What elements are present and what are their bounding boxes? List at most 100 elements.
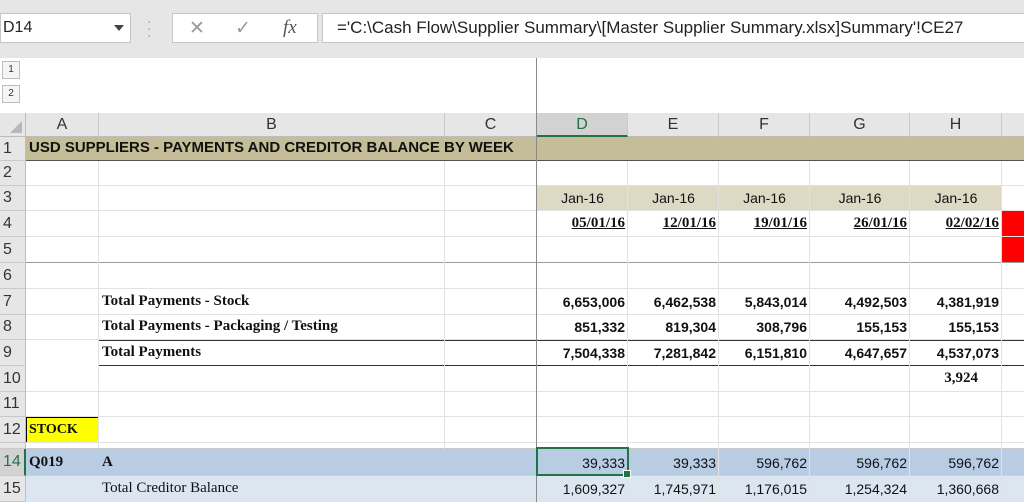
gridline (98, 161, 99, 449)
name-box-value: D14 (3, 19, 33, 36)
column-header-f[interactable]: F (719, 113, 810, 137)
row-header-12[interactable]: 12 (0, 417, 26, 443)
row-header-6[interactable]: 6 (0, 263, 26, 289)
payments-stock-d[interactable]: 6,653,006 (537, 294, 625, 310)
row-header-7[interactable]: 7 (0, 289, 26, 315)
drag-handle-icon[interactable]: · · · (147, 14, 153, 42)
gridline (1001, 161, 1002, 502)
payments-packaging-g[interactable]: 155,153 (810, 319, 907, 335)
column-header-a[interactable]: A (26, 113, 99, 137)
gridline (26, 210, 1024, 211)
row-header-2[interactable]: 2 (0, 161, 26, 186)
gridline (26, 314, 1024, 315)
column-header-c[interactable]: C (445, 113, 537, 137)
supplier-d[interactable]: 39,333 (537, 455, 625, 471)
insert-function-icon[interactable]: fx (283, 17, 297, 39)
gridline (26, 236, 1024, 237)
column-header-d[interactable]: D (537, 113, 628, 137)
row-header-8[interactable]: 8 (0, 315, 26, 340)
week-g[interactable]: 26/01/16 (810, 215, 907, 232)
month-e[interactable]: Jan-16 (628, 190, 719, 206)
formula-input[interactable]: ='C:\Cash Flow\Supplier Summary\[Master … (322, 13, 1024, 43)
gridline (26, 448, 1024, 449)
payments-stock-e[interactable]: 6,462,538 (628, 294, 716, 310)
creditor-label[interactable]: Total Creditor Balance (102, 480, 238, 497)
week-f[interactable]: 19/01/16 (719, 215, 807, 232)
cancel-icon[interactable]: ✕ (189, 17, 205, 40)
formula-buttons: ✕ ✓ fx (172, 13, 318, 43)
payments-total-e[interactable]: 7,281,842 (628, 345, 716, 361)
payments-total-d[interactable]: 7,504,338 (537, 345, 625, 361)
gridline (26, 442, 1024, 443)
creditor-e[interactable]: 1,745,971 (628, 481, 716, 497)
gridline (26, 185, 1024, 186)
row10-h-value[interactable]: 3,924 (910, 370, 978, 387)
month-g[interactable]: Jan-16 (810, 190, 910, 206)
stock-label[interactable]: STOCK (29, 422, 78, 438)
creditor-h[interactable]: 1,360,668 (910, 481, 999, 497)
supplier-h[interactable]: 596,762 (910, 455, 999, 471)
row-header-3[interactable]: 3 (0, 186, 26, 211)
supplier-e[interactable]: 39,333 (628, 455, 716, 471)
month-d[interactable]: Jan-16 (537, 190, 628, 206)
column-header-g[interactable]: G (810, 113, 910, 137)
week-h[interactable]: 02/02/16 (910, 215, 999, 232)
column-header-h[interactable]: H (910, 113, 1002, 137)
payments-packaging-h[interactable]: 155,153 (910, 319, 999, 335)
payments-packaging-label[interactable]: Total Payments - Packaging / Testing (102, 318, 338, 335)
outline-level-1-button[interactable]: 1 (2, 61, 20, 79)
row-header-5[interactable]: 5 (0, 237, 26, 263)
supplier-g[interactable]: 596,762 (810, 455, 907, 471)
month-f[interactable]: Jan-16 (719, 190, 810, 206)
column-header-b[interactable]: B (99, 113, 445, 137)
row-header-4[interactable]: 4 (0, 211, 26, 237)
enter-icon[interactable]: ✓ (235, 17, 251, 40)
freeze-pane-divider (536, 58, 537, 502)
row-header-15[interactable]: 15 (0, 476, 26, 502)
column-header-e[interactable]: E (628, 113, 719, 137)
chevron-down-icon[interactable] (114, 25, 124, 31)
sheet-title[interactable]: USD SUPPLIERS - PAYMENTS AND CREDITOR BA… (29, 139, 514, 156)
outline-area: 1 2 (0, 58, 1024, 113)
row-header-1[interactable]: 1 (0, 137, 26, 161)
payments-stock-g[interactable]: 4,492,503 (810, 294, 907, 310)
row-header-9[interactable]: 9 (0, 340, 26, 366)
payments-packaging-f[interactable]: 308,796 (719, 319, 807, 335)
row-header-11[interactable]: 11 (0, 392, 26, 417)
creditor-f[interactable]: 1,176,015 (719, 481, 807, 497)
creditor-g[interactable]: 1,254,324 (810, 481, 907, 497)
week-d[interactable]: 05/01/16 (537, 215, 625, 232)
gridline (26, 391, 1024, 392)
payments-stock-f[interactable]: 5,843,014 (719, 294, 807, 310)
creditor-d[interactable]: 1,609,327 (537, 481, 625, 497)
column-header-i[interactable] (1002, 113, 1024, 137)
supplier-name[interactable]: A (102, 454, 113, 471)
payments-total-label[interactable]: Total Payments (102, 344, 201, 361)
formula-bar: D14 · · · ✕ ✓ fx ='C:\Cash Flow\Supplier S… (0, 0, 1024, 58)
payments-stock-label[interactable]: Total Payments - Stock (102, 293, 249, 310)
row-header-10[interactable]: 10 (0, 366, 26, 392)
gridline (26, 475, 1024, 476)
gridline (26, 416, 1024, 417)
payments-stock-h[interactable]: 4,381,919 (910, 294, 999, 310)
supplier-code[interactable]: Q019 (29, 454, 63, 471)
red-cell (1002, 211, 1024, 263)
week-e[interactable]: 12/01/16 (628, 215, 716, 232)
outline-level-2-button[interactable]: 2 (2, 85, 20, 103)
payments-total-f[interactable]: 6,151,810 (719, 345, 807, 361)
payments-total-h[interactable]: 4,537,073 (910, 345, 999, 361)
row-header-14[interactable]: 14 (0, 449, 26, 476)
payments-packaging-e[interactable]: 819,304 (628, 319, 716, 335)
payments-total-g[interactable]: 4,647,657 (810, 345, 907, 361)
gridline (26, 288, 1024, 289)
select-all-button[interactable] (0, 113, 26, 137)
month-h[interactable]: Jan-16 (910, 190, 1002, 206)
formula-text: ='C:\Cash Flow\Supplier Summary\[Master … (337, 18, 964, 37)
payments-packaging-d[interactable]: 851,332 (537, 319, 625, 335)
supplier-f[interactable]: 596,762 (719, 455, 807, 471)
select-all-icon (10, 121, 22, 133)
gridline (444, 161, 445, 449)
fill-handle[interactable] (623, 470, 631, 478)
name-box[interactable]: D14 (0, 13, 131, 43)
gridline (26, 262, 1024, 263)
